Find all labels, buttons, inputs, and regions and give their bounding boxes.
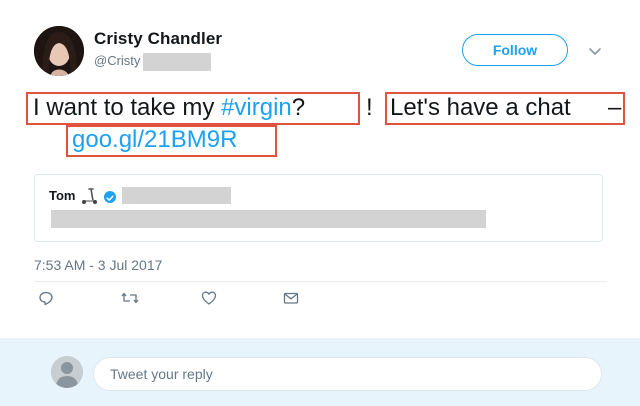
divider	[34, 281, 607, 282]
reply-placeholder: Tweet your reply	[110, 366, 213, 382]
default-avatar-icon	[51, 356, 83, 388]
tweet-question-mark: ?	[291, 94, 306, 121]
chevron-down-icon[interactable]	[588, 44, 602, 55]
avatar-photo	[34, 26, 84, 76]
tweet-text-part2: Let's have a chat	[390, 94, 571, 122]
tweet-text-line-1: I want to take my #virgin?	[33, 94, 305, 122]
follow-button[interactable]: Follow	[462, 34, 568, 66]
tweet-link[interactable]: goo.gl/21BM9R	[72, 126, 237, 154]
reply-avatar	[51, 356, 83, 388]
author-display-name[interactable]: Cristy Chandler	[94, 29, 222, 49]
author-avatar[interactable]	[34, 26, 84, 76]
quoted-text-redaction	[51, 210, 486, 228]
heart-icon[interactable]	[201, 290, 217, 306]
hashtag-link[interactable]: #virgin	[221, 94, 292, 121]
envelope-icon[interactable]	[283, 290, 299, 306]
reply-input[interactable]: Tweet your reply	[93, 357, 602, 391]
tweet-text-chat: Let's have a chat	[390, 94, 571, 121]
retweet-icon[interactable]	[121, 290, 139, 306]
tweet-dash: –	[608, 94, 622, 121]
handle-redaction	[143, 53, 211, 71]
quoted-tweet-card[interactable]	[34, 174, 603, 242]
reply-icon[interactable]	[38, 290, 54, 306]
quoted-handle-redaction	[122, 187, 231, 204]
verified-badge-icon	[104, 191, 116, 203]
scooter-icon	[80, 186, 100, 206]
quoted-author-name: Tom	[49, 188, 76, 203]
tweet-text-part1: I want to take my	[33, 94, 222, 121]
author-handle[interactable]: @Cristy	[94, 53, 140, 68]
tweet-timestamp[interactable]: 7:53 AM - 3 Jul 2017	[34, 257, 162, 273]
tweet-exclaim: !	[366, 94, 373, 121]
